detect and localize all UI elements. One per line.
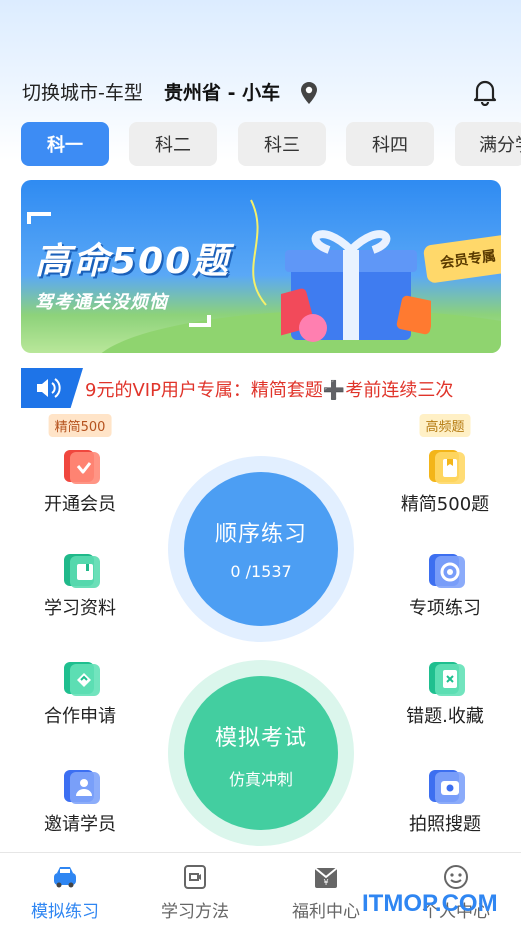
menu-label: 错题.收藏: [406, 706, 484, 727]
banner-title: 高命500题: [35, 241, 231, 282]
promo-banner[interactable]: 高命500题 驾考通关没烦恼 会员专属: [21, 180, 501, 353]
sequential-practice-button[interactable]: 顺序练习 0 /1537: [184, 472, 338, 626]
nav-mock-practice[interactable]: 模拟练习: [0, 853, 130, 927]
svg-text:¥: ¥: [323, 878, 328, 887]
notification-bell-icon[interactable]: [471, 78, 499, 106]
menu-study-materials[interactable]: 学习资料: [20, 518, 140, 619]
video-icon: [184, 865, 206, 889]
menu-cooperation[interactable]: 合作申请: [20, 626, 140, 727]
smile-icon: [444, 865, 468, 889]
tab-subject-4[interactable]: 科四: [346, 122, 434, 166]
mock-exam-title: 模拟考试: [214, 726, 307, 751]
speaker-icon: [21, 368, 83, 408]
menu-simplified-500[interactable]: 高频题 精简500题: [385, 414, 505, 515]
announcement-marquee[interactable]: 9元的VIP用户专属：精简套题➕考前连续三次: [21, 368, 501, 408]
menu-label: 开通会员: [44, 494, 116, 515]
nav-label: 学习方法: [161, 902, 229, 922]
gift-box-illustration: [281, 230, 431, 342]
mock-exam-subtitle: 仿真冲刺: [228, 770, 293, 789]
wrong-question-icon: [429, 662, 465, 696]
announcement-text: 9元的VIP用户专属：精简套题➕考前连续三次: [85, 380, 454, 401]
menu-open-membership[interactable]: 精简500 开通会员: [20, 414, 140, 515]
banner-subtitle: 驾考通关没烦恼: [35, 292, 168, 313]
region-selector[interactable]: 贵州省 - 小车: [164, 78, 280, 105]
sequential-practice-title: 顺序练习: [214, 522, 307, 547]
menu-label: 精简500题: [400, 494, 490, 515]
handshake-icon: [64, 662, 100, 696]
camera-icon: [429, 770, 465, 804]
menu-wrong-favorites[interactable]: 错题.收藏: [385, 626, 505, 727]
switch-city-label[interactable]: 切换城市-车型: [22, 78, 143, 105]
tab-subject-1[interactable]: 科一: [21, 122, 109, 166]
menu-label: 邀请学员: [44, 814, 116, 835]
menu-invite-students[interactable]: 邀请学员: [20, 734, 140, 835]
mock-exam-button[interactable]: 模拟考试 仿真冲刺: [184, 676, 338, 830]
car-icon: [54, 867, 76, 888]
bookmark-card-icon: [429, 450, 465, 484]
menu-photo-search[interactable]: 拍照搜题: [385, 734, 505, 835]
book-icon: [64, 554, 100, 588]
menu-badge: 精简500: [48, 414, 112, 437]
menu-badge: 高频题: [419, 414, 471, 437]
vip-card-icon: [64, 450, 100, 484]
nav-study-method[interactable]: 学习方法: [130, 853, 260, 927]
menu-label: 专项练习: [409, 598, 481, 619]
menu-label: 合作申请: [44, 706, 116, 727]
invite-user-icon: [64, 770, 100, 804]
menu-label: 学习资料: [44, 598, 116, 619]
gift-icon: ¥: [314, 867, 338, 888]
sequential-practice-progress: 0 /1537: [230, 562, 292, 581]
nav-label: 模拟练习: [31, 902, 99, 922]
watermark: ITMOP.COM: [362, 890, 498, 917]
tab-subject-3[interactable]: 科三: [238, 122, 326, 166]
menu-special-practice[interactable]: 专项练习: [385, 518, 505, 619]
tab-full-score[interactable]: 满分学: [455, 122, 521, 166]
menu-label: 拍照搜题: [409, 814, 481, 835]
target-icon: [429, 554, 465, 588]
tab-subject-2[interactable]: 科二: [129, 122, 217, 166]
location-pin-icon[interactable]: [299, 81, 319, 105]
